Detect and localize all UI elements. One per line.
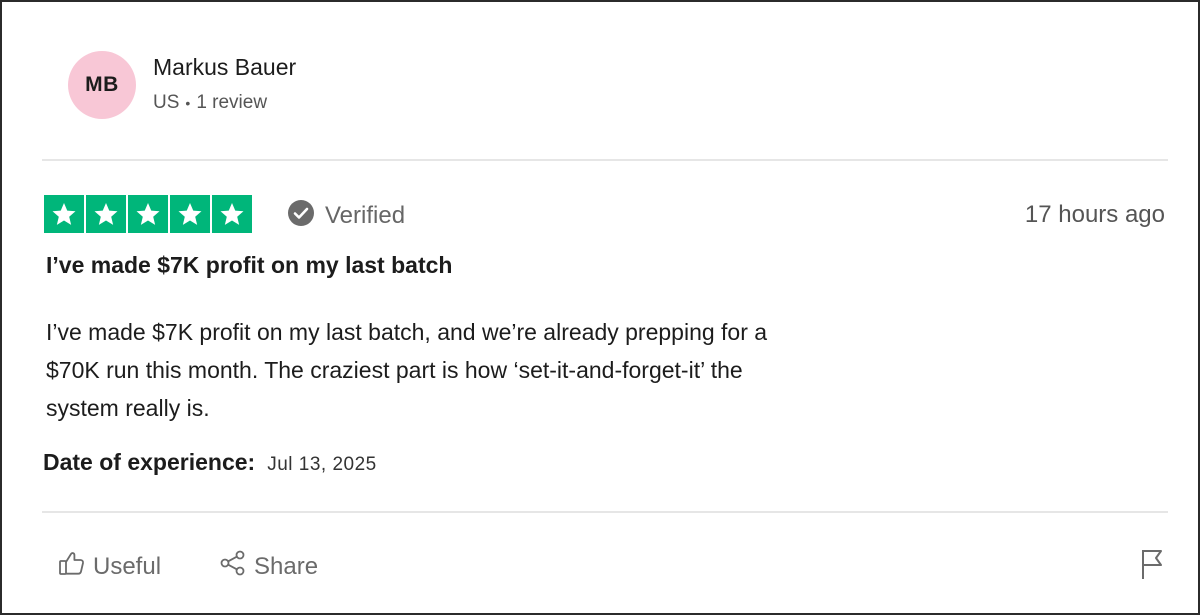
report-flag-button[interactable] xyxy=(1138,547,1168,586)
divider xyxy=(42,511,1168,513)
avatar: MB xyxy=(68,51,136,119)
star-icon xyxy=(170,195,210,233)
reviewer-review-count: 1 review xyxy=(196,92,268,113)
verified-label: Verified xyxy=(325,201,406,229)
divider xyxy=(42,159,1168,161)
review-card: MB Markus Bauer US • 1 review Verified 1… xyxy=(0,0,1200,615)
review-time: 17 hours ago xyxy=(1024,201,1165,228)
flag-icon xyxy=(1138,550,1168,585)
share-button[interactable]: Share xyxy=(218,548,318,585)
share-label: Share xyxy=(254,552,319,580)
review-body-line: $70K run this month. The craziest part i… xyxy=(46,357,743,383)
review-title: I’ve made $7K profit on my last batch xyxy=(46,252,453,278)
verified-badge[interactable]: Verified xyxy=(287,199,405,232)
experience-label: Date of experience: xyxy=(43,449,256,475)
review-body-line: I’ve made $7K profit on my last batch, a… xyxy=(46,319,768,345)
star-icon xyxy=(44,195,84,233)
star-icon xyxy=(128,195,168,233)
useful-button[interactable]: Useful xyxy=(57,548,161,585)
date-of-experience: Date of experience: Jul 13, 2025 xyxy=(43,449,377,476)
experience-date: Jul 13, 2025 xyxy=(267,454,377,475)
reviewer-country: US xyxy=(153,92,180,113)
share-icon xyxy=(218,548,248,585)
star-icon xyxy=(86,195,126,233)
review-body: I’ve made $7K profit on my last batch, a… xyxy=(46,313,946,427)
reviewer-meta: US • 1 review xyxy=(153,92,267,114)
meta-separator: • xyxy=(185,95,191,111)
star-icon xyxy=(212,195,252,233)
thumbs-up-icon xyxy=(57,548,87,585)
check-circle-icon xyxy=(287,199,315,232)
review-body-line: system really is. xyxy=(46,395,210,421)
useful-label: Useful xyxy=(93,552,162,580)
reviewer-name[interactable]: Markus Bauer xyxy=(153,54,296,81)
star-rating xyxy=(44,195,252,233)
